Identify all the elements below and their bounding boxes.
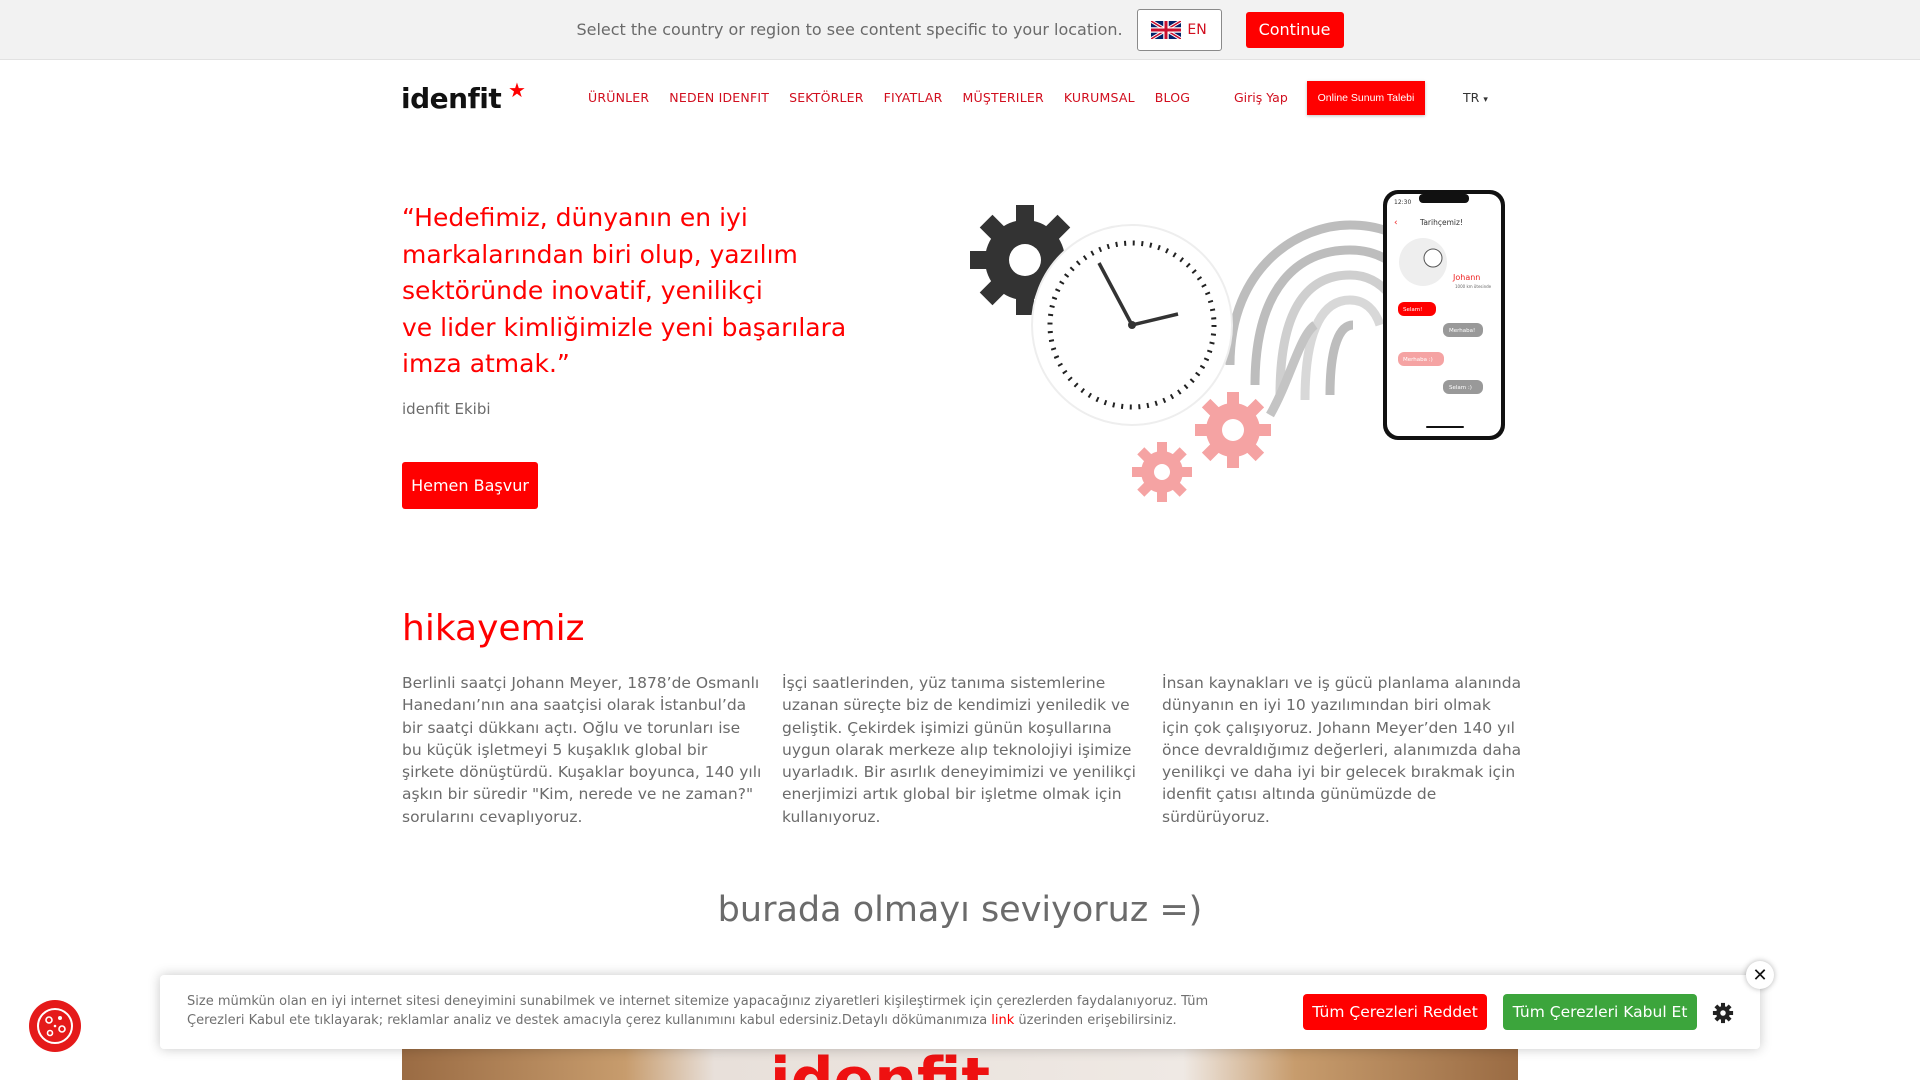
country-selector-bar: Select the country or region to see cont… <box>0 0 1920 60</box>
pink-gear-small-icon <box>1132 442 1192 502</box>
logo-star-icon: ★ <box>508 78 526 102</box>
cookie-text: Size mümkün olan en iyi internet sitesi … <box>187 992 1247 1030</box>
nav-item-products[interactable]: ÜRÜNLER <box>588 90 649 105</box>
phone-bubble: Merhaba :) <box>1403 357 1433 363</box>
phone-mockup: 12:30 ‹ Tarihçemiz! Johann 1000 km ötesi… <box>1383 190 1505 440</box>
language-label: TR <box>1463 90 1480 105</box>
photo-sign-text: idenfit <box>770 1045 991 1080</box>
clock-icon <box>1031 224 1233 426</box>
svg-text:‹: ‹ <box>1394 218 1398 228</box>
main-nav: ÜRÜNLER NEDEN IDENFIT SEKTÖRLER FIYATLAR… <box>588 90 1190 105</box>
story-column: Berlinli saatçi Johann Meyer, 1878’de Os… <box>402 674 762 826</box>
quote-line: ve lider kimliğimizle yeni başarılara <box>402 312 847 342</box>
login-link[interactable]: Giriş Yap <box>1234 90 1288 105</box>
nav-item-why-idenfit[interactable]: NEDEN IDENFIT <box>669 90 769 105</box>
pink-gear-icon <box>1195 392 1271 468</box>
language-dropdown[interactable]: TR ▾ <box>1463 90 1488 105</box>
reject-cookies-button[interactable]: Tüm Çerezleri Reddet <box>1303 994 1487 1030</box>
phone-bubble: Selam :) <box>1449 385 1472 391</box>
phone-subtitle: 1000 km ötesinde <box>1455 284 1492 289</box>
phone-bubble: Merhaba! <box>1449 328 1475 334</box>
cookie-preferences-button[interactable] <box>29 1000 81 1052</box>
continue-button[interactable]: Continue <box>1245 11 1344 48</box>
quote-author: idenfit Ekibi <box>402 400 491 418</box>
quote-line: imza atmak.” <box>402 349 570 378</box>
cookie-settings-gear-icon[interactable] <box>1712 1002 1734 1024</box>
phone-title: Tarihçemiz! <box>1419 218 1463 227</box>
office-photo: idenfit <box>402 1045 1518 1080</box>
quote-line: markalarından biri olup, yazılım <box>402 239 798 269</box>
hero-quote: “Hedefimiz, dünyanın en iyi markalarında… <box>402 200 872 383</box>
caret-down-icon: ▾ <box>1483 95 1488 105</box>
phone-name: Johann <box>1452 273 1480 282</box>
story-title: hikayemiz <box>402 608 585 649</box>
idenfit-logo[interactable]: idenfit <box>401 82 502 115</box>
close-icon: ✕ <box>1752 964 1768 986</box>
nav-item-corporate[interactable]: KURUMSAL <box>1064 90 1135 105</box>
nav-item-pricing[interactable]: FIYATLAR <box>884 90 943 105</box>
quote-line: “Hedefimiz, dünyanın en iyi <box>402 203 748 232</box>
section-heading: burada olmayı seviyoruz =) <box>717 890 1203 930</box>
story-column: İşçi saatlerinden, yüz tanıma sistemleri… <box>782 674 1136 826</box>
quote-line: sektöründe inovatif, yenilikçi <box>402 276 763 305</box>
nav-item-sectors[interactable]: SEKTÖRLER <box>789 90 864 105</box>
uk-flag-icon <box>1151 20 1182 39</box>
phone-time: 12:30 <box>1394 199 1411 206</box>
country-message: Select the country or region to see cont… <box>576 20 1123 39</box>
nav-item-customers[interactable]: MÜŞTERILER <box>963 90 1044 105</box>
phone-bubble: Selam! <box>1403 307 1422 313</box>
story-column: İnsan kaynakları ve iş gücü planlama ala… <box>1162 674 1522 826</box>
cookie-banner: Size mümkün olan en iyi internet sitesi … <box>160 975 1760 1049</box>
close-cookie-banner-button[interactable]: ✕ <box>1746 961 1774 989</box>
cookie-text-part: üzerinden erişebilirsiniz. <box>1014 1013 1177 1028</box>
cookie-icon <box>37 1008 73 1044</box>
cookie-policy-link[interactable]: link <box>991 1013 1014 1028</box>
apply-now-button[interactable]: Hemen Başvur <box>402 462 538 509</box>
nav-item-blog[interactable]: BLOG <box>1155 90 1190 105</box>
language-select[interactable]: EN <box>1136 8 1222 51</box>
site-header: idenfit ★ ÜRÜNLER NEDEN IDENFIT SEKTÖRLE… <box>0 60 1920 140</box>
hero-illustration: 12:30 ‹ Tarihçemiz! Johann 1000 km ötesi… <box>970 190 1505 502</box>
online-demo-button[interactable]: Online Sunum Talebi <box>1307 81 1425 115</box>
language-code: EN <box>1187 21 1207 38</box>
accept-cookies-button[interactable]: Tüm Çerezleri Kabul Et <box>1503 994 1697 1030</box>
